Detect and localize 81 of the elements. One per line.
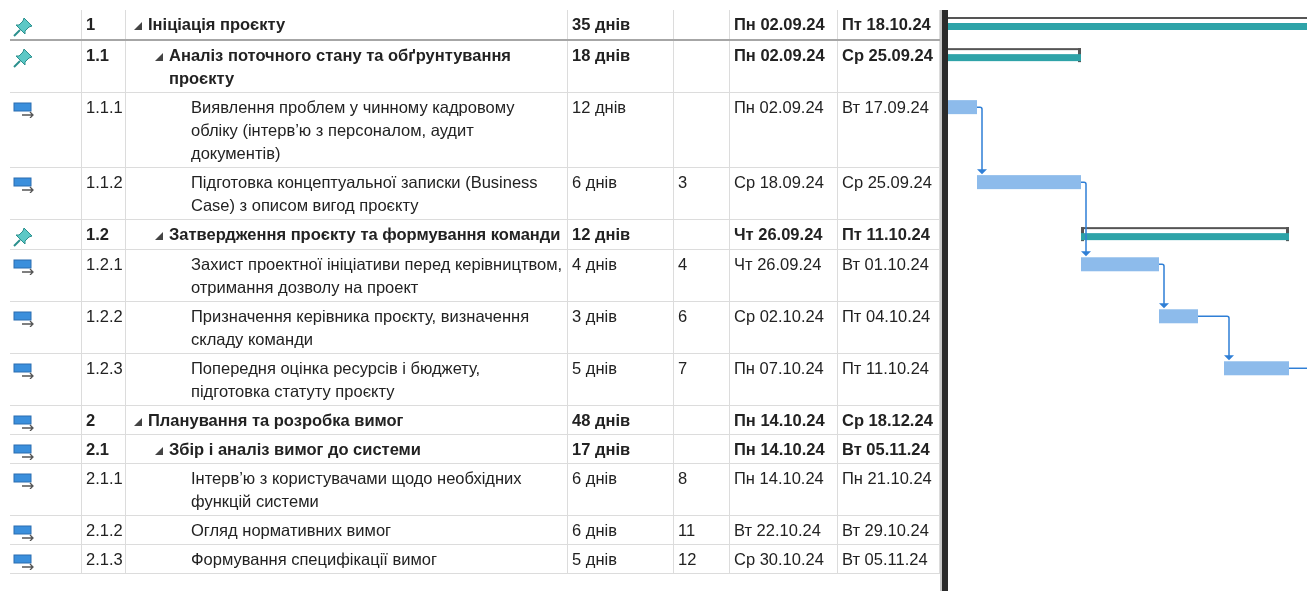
table-cell: Вт 22.10.24: [730, 516, 838, 545]
pin-icon: [13, 17, 33, 38]
table-cell: 8: [674, 464, 730, 516]
table-cell: 12 днів: [568, 220, 674, 250]
table-cell: 6 днів: [568, 516, 674, 545]
table-cell: 5 днів: [568, 354, 674, 406]
table-cell: 3: [674, 168, 730, 220]
table-cell: Пн 14.10.24: [730, 464, 838, 516]
table-cell: Чт 26.09.24: [730, 220, 838, 250]
task-icon: [13, 177, 35, 194]
table-cell: Пн 02.09.24: [730, 10, 838, 40]
table-cell: 1.1: [82, 41, 126, 93]
pin-icon: [13, 227, 33, 248]
table-cell: 4 днів: [568, 250, 674, 302]
task-name: Збір і аналіз вимог до системи: [169, 439, 421, 461]
table-cell: 1.1.1: [82, 93, 126, 168]
link-arrow: [1158, 263, 1169, 309]
task-name: Призначення керівника проєкту, визначення складу команди: [191, 306, 531, 351]
table-cell: 2.1: [82, 435, 126, 464]
collapse-icon[interactable]: [134, 22, 142, 30]
table-cell: Ср 30.10.24: [730, 545, 838, 574]
table-cell: 1: [82, 10, 126, 40]
task-name: Огляд нормативних вимог: [191, 520, 392, 542]
task-name: Підготовка концептуальної записки (Business Case) з описом вигод проєкту: [191, 172, 539, 217]
task-name: Інтерв’ю з користувачами щодо необхідних функцій системи: [191, 468, 523, 513]
table-cell: 35 днів: [568, 10, 674, 40]
task-icon: [13, 525, 35, 542]
table-cell: 1.2: [82, 220, 126, 250]
table-cell: Чт 26.09.24: [730, 250, 838, 302]
task-icon: [13, 259, 35, 276]
task-name: Захист проектної ініціативи перед керівництвом, отримання дозволу на проект: [191, 254, 563, 299]
task-icon: [13, 311, 35, 328]
task-icon: [13, 473, 35, 490]
collapse-icon[interactable]: [155, 53, 163, 62]
link-arrow: [976, 106, 987, 175]
table-cell: 2.1.2: [82, 516, 126, 545]
table-cell: 48 днів: [568, 406, 674, 435]
task-name: Попередня оцінка ресурсів і бюджету, підготовка статуту проєкту: [191, 358, 482, 403]
task-icon: [13, 102, 35, 119]
table-cell: 2: [82, 406, 126, 435]
table-cell: Ср 02.10.24: [730, 302, 838, 354]
table-cell: 2.1.1: [82, 464, 126, 516]
table-cell: Пн 14.10.24: [730, 406, 838, 435]
task-icon: [13, 444, 35, 461]
table-cell: 6 днів: [568, 464, 674, 516]
table-cell: 4: [674, 250, 730, 302]
table-cell: 2.1.3: [82, 545, 126, 574]
table-cell: 1.2.2: [82, 302, 126, 354]
collapse-icon[interactable]: [155, 232, 163, 241]
link-arrow: [1197, 315, 1234, 361]
table-cell: 18 днів: [568, 41, 674, 93]
table-cell: 1.2.1: [82, 250, 126, 302]
table-cell: Пн 14.10.24: [730, 435, 838, 464]
table-cell: 3 днів: [568, 302, 674, 354]
collapse-icon[interactable]: [134, 418, 142, 427]
table-cell: Ср 18.09.24: [730, 168, 838, 220]
table-cell: Пн 02.09.24: [730, 93, 838, 168]
table-cell: 6: [674, 302, 730, 354]
task-name: Виявлення проблем у чинному кадровому обліку (інтерв’ю з персоналом, аудит документів): [191, 97, 516, 165]
splitter-bar[interactable]: [940, 10, 948, 591]
pin-icon: [13, 48, 33, 69]
table-cell: Пн 07.10.24: [730, 354, 838, 406]
table-cell: 1.2.3: [82, 354, 126, 406]
task-name: Ініціація проєкту: [148, 14, 286, 35]
task-name: Аналіз поточного стану та обґрунтування проєкту: [169, 45, 512, 90]
table-cell: Пн 02.09.24: [730, 41, 838, 93]
task-name: Формування специфікації вимог: [191, 549, 437, 571]
task-name: Планування та розробка вимог: [148, 410, 404, 432]
task-icon: [13, 415, 35, 432]
table-cell: 1.1.2: [82, 168, 126, 220]
table-cell: 7: [674, 354, 730, 406]
table-cell: 12: [674, 545, 730, 574]
table-cell: 6 днів: [568, 168, 674, 220]
collapse-icon[interactable]: [155, 447, 163, 456]
task-icon: [13, 554, 35, 571]
task-icon: [13, 363, 35, 380]
task-name: Затвердження проєкту та формування команди: [169, 224, 561, 246]
table-cell: 17 днів: [568, 435, 674, 464]
table-cell: 12 днів: [568, 93, 674, 168]
table-cell: 5 днів: [568, 545, 674, 574]
table-cell: 11: [674, 516, 730, 545]
